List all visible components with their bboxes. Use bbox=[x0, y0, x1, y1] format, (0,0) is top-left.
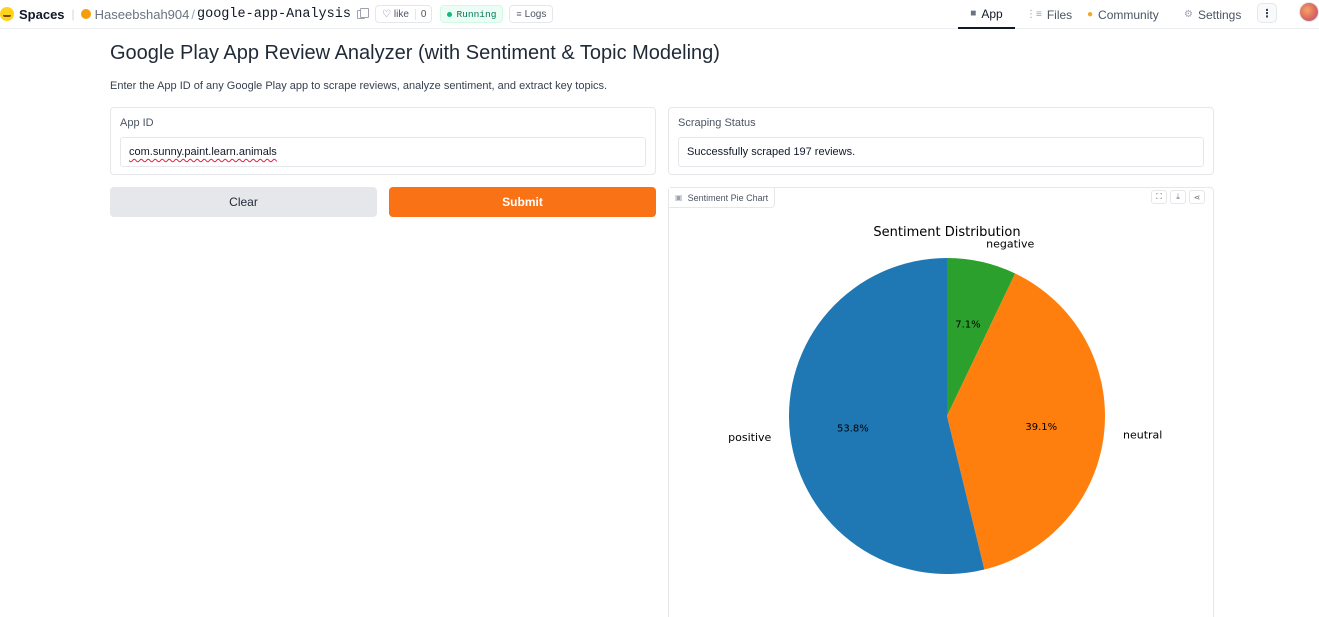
community-icon: ● bbox=[1087, 9, 1094, 20]
share-icon[interactable]: ⋖ bbox=[1189, 190, 1205, 204]
page-title: Google Play App Review Analyzer (with Se… bbox=[110, 42, 720, 64]
app-id-panel: App ID com.sunny.paint.learn.animals bbox=[110, 107, 656, 175]
spaces-link[interactable]: Spaces bbox=[0, 0, 65, 29]
tab-files[interactable]: ⋮≡ Files bbox=[1026, 0, 1072, 29]
path-separator: / bbox=[191, 6, 195, 22]
submit-button[interactable]: Submit bbox=[389, 187, 656, 217]
page-description: Enter the App ID of any Google Play app … bbox=[110, 80, 608, 92]
pie-percent-label: 7.1% bbox=[955, 320, 980, 331]
tab-files-label: Files bbox=[1046, 7, 1073, 22]
owner-avatar bbox=[80, 9, 91, 19]
app-id-value: com.sunny.paint.learn.animals bbox=[129, 146, 277, 158]
scraping-status-label: Scraping Status bbox=[678, 117, 756, 129]
clear-button[interactable]: Clear bbox=[110, 187, 377, 217]
sentiment-pie-chart: Sentiment Distribution 7.1%negative39.1%… bbox=[728, 225, 1162, 574]
download-icon[interactable]: ⤓ bbox=[1170, 190, 1186, 204]
like-label: like bbox=[393, 8, 409, 20]
tab-settings-label: Settings bbox=[1197, 7, 1242, 22]
tab-community-label: Community bbox=[1098, 7, 1159, 22]
tab-community[interactable]: ● Community bbox=[1087, 0, 1159, 29]
divider: | bbox=[71, 7, 75, 21]
tab-app-label: App bbox=[981, 6, 1003, 21]
pie-percent-label: 53.8% bbox=[837, 423, 869, 434]
status-badge: Running bbox=[440, 5, 504, 23]
plot-tag-label: Sentiment Pie Chart bbox=[687, 192, 769, 203]
status-dot-icon bbox=[447, 11, 453, 17]
scraping-status-value: Successfully scraped 197 reviews. bbox=[687, 146, 856, 158]
plot-toolbar: ⛶ ⤓ ⋖ bbox=[1151, 190, 1205, 204]
more-options-button[interactable]: ⋮ bbox=[1257, 3, 1277, 23]
logs-button[interactable]: ≡ Logs bbox=[509, 5, 554, 23]
pie-category-label: negative bbox=[986, 237, 1034, 250]
like-button[interactable]: ♡ like 0 bbox=[374, 5, 433, 23]
pie-category-label: positive bbox=[728, 431, 771, 444]
tab-app[interactable]: ■ App bbox=[958, 0, 1015, 29]
like-count: 0 bbox=[414, 8, 432, 20]
copy-icon[interactable] bbox=[356, 7, 369, 19]
gear-icon: ⚙ bbox=[1184, 9, 1193, 20]
owner-link[interactable]: Haseebshah904 bbox=[95, 7, 190, 22]
image-icon: ▣ bbox=[675, 193, 683, 202]
sentiment-plot-panel: Sentiment Distribution 7.1% negative 39.1%… bbox=[668, 187, 1214, 617]
plot-label-tag: ▣ Sentiment Pie Chart bbox=[669, 188, 776, 208]
pie-percent-label: 39.1% bbox=[1025, 422, 1057, 433]
fullscreen-icon[interactable]: ⛶ bbox=[1151, 190, 1167, 204]
logs-icon: ≡ bbox=[516, 9, 522, 19]
user-avatar[interactable] bbox=[1299, 2, 1319, 22]
heart-icon: ♡ bbox=[381, 8, 391, 20]
scraping-status-panel: Scraping Status Successfully scraped 197… bbox=[668, 107, 1214, 175]
logs-label: Logs bbox=[524, 8, 547, 20]
pie-category-label: neutral bbox=[1123, 428, 1162, 441]
pie-slices bbox=[789, 258, 1105, 574]
files-icon: ⋮≡ bbox=[1026, 9, 1042, 20]
more-icon: ⋮ bbox=[1261, 7, 1273, 20]
repo-name-link[interactable]: google-app-Analysis bbox=[197, 7, 351, 22]
app-icon: ■ bbox=[970, 8, 977, 19]
status-label: Running bbox=[456, 8, 497, 20]
huggingface-logo-icon bbox=[0, 7, 14, 21]
scraping-status-output: Successfully scraped 197 reviews. bbox=[678, 137, 1204, 167]
spaces-label: Spaces bbox=[19, 6, 65, 22]
app-id-input[interactable]: com.sunny.paint.learn.animals bbox=[120, 137, 646, 167]
app-id-label: App ID bbox=[120, 117, 154, 129]
tab-settings[interactable]: ⚙ Settings bbox=[1184, 0, 1241, 29]
